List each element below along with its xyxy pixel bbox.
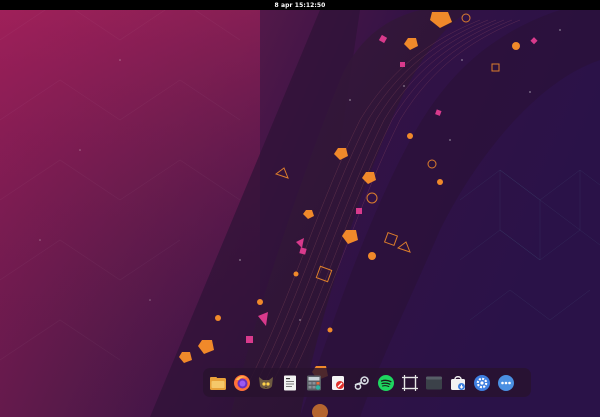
show-applications-icon xyxy=(498,374,514,391)
dock-item-show-applications[interactable] xyxy=(495,372,517,394)
dock xyxy=(203,368,531,397)
desktop-wallpaper xyxy=(0,0,600,417)
top-bar: 8 apr 15:12:50 xyxy=(0,0,600,10)
file-manager-icon xyxy=(210,376,226,390)
gimp-icon xyxy=(259,376,273,389)
steam-icon xyxy=(354,375,369,390)
dock-item-terminal[interactable] xyxy=(423,372,445,394)
screenshot-icon xyxy=(402,374,418,391)
dock-item-software-store[interactable] xyxy=(327,372,349,394)
dock-item-gimp[interactable] xyxy=(255,372,277,394)
spotify-icon xyxy=(378,374,394,391)
calculator-icon xyxy=(307,375,321,390)
dock-item-settings[interactable] xyxy=(471,372,493,394)
dock-item-file-manager[interactable] xyxy=(207,372,229,394)
dock-item-spotify[interactable] xyxy=(375,372,397,394)
clock[interactable]: 8 apr 15:12:50 xyxy=(275,2,326,9)
dock-item-firefox[interactable] xyxy=(231,372,253,394)
dock-item-text-document[interactable] xyxy=(279,372,301,394)
dock-item-steam[interactable] xyxy=(351,372,373,394)
firefox-icon xyxy=(234,374,250,391)
settings-icon xyxy=(474,374,490,391)
dock-item-screenshot[interactable] xyxy=(399,372,421,394)
desktop: 8 apr 15:12:50 xyxy=(0,0,600,417)
text-document-icon xyxy=(284,375,296,390)
software-store-icon xyxy=(332,375,344,390)
terminal-icon xyxy=(426,376,442,389)
dock-item-calculator[interactable] xyxy=(303,372,325,394)
shopping-bag-icon xyxy=(451,375,465,390)
dock-item-shopping-bag[interactable] xyxy=(447,372,469,394)
